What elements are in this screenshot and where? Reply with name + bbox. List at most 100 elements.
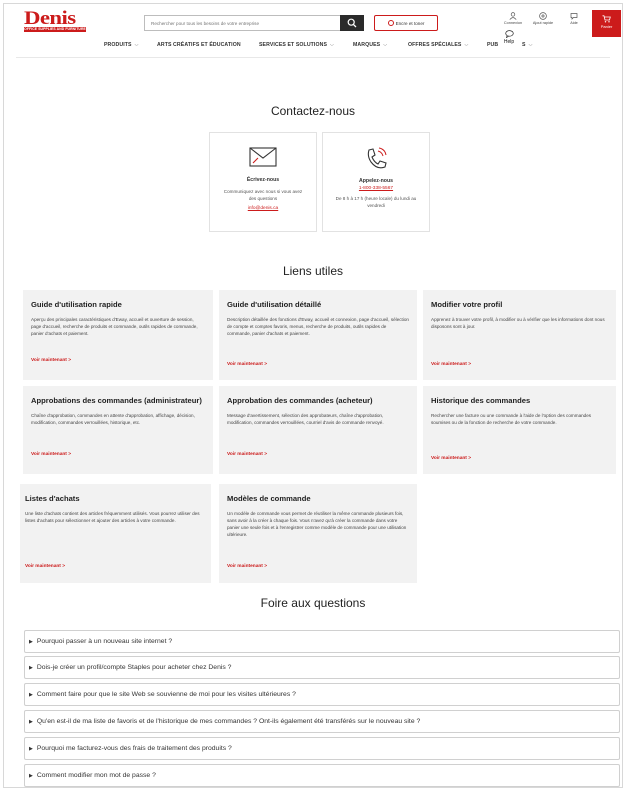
faq-item[interactable]: ▶ Pourquoi me facturez-vous des frais de … — [24, 737, 620, 760]
nav-label: S — [522, 42, 526, 48]
help-label: Aide — [570, 21, 578, 25]
search-button[interactable] — [340, 15, 364, 31]
nav-item-products[interactable]: PRODUITS ⌵ — [104, 42, 139, 49]
main-nav: PRODUITS ⌵ ARTS CRÉATIFS ET ÉDUCATION SER… — [0, 42, 626, 54]
nav-label: OFFRES SPÉCIALES — [408, 42, 462, 48]
link-card-title: Modèles de commande — [227, 494, 311, 503]
chevron-down-icon: ⌵ — [464, 42, 469, 48]
faq-item[interactable]: ▶ Comment modifier mon mot de passe ? — [24, 764, 620, 787]
link-card-title: Guide d'utilisation rapide — [31, 300, 122, 309]
link-card-order-history[interactable]: Historique des commandes Rechercher une … — [423, 386, 616, 474]
nav-divider — [16, 57, 610, 58]
faq-item[interactable]: ▶ Dois-je créer un profil/compte Staples … — [24, 656, 620, 679]
search-input[interactable] — [144, 15, 364, 31]
contact-heading: Contactez-nous — [270, 104, 356, 118]
cart-button[interactable]: Panier — [592, 10, 621, 37]
quick-add-icon — [539, 12, 547, 20]
faq-heading: Foire aux questions — [260, 596, 366, 610]
login-label: Connexion — [503, 21, 523, 25]
phone-card-title: Appelez-nous — [358, 178, 393, 184]
ink-drop-icon — [387, 20, 394, 26]
logo-wordmark: Denis — [24, 8, 76, 29]
nav-label: PUB — [487, 42, 499, 48]
faq-question: Dois-je créer un profil/compte Staples p… — [36, 664, 232, 671]
link-card-approvals-buyer[interactable]: Approbation des commandes (acheteur) Mes… — [219, 386, 417, 474]
link-card-desc: Chaîne d'approbation, commandes en atten… — [31, 413, 195, 425]
login-button[interactable]: Connexion — [500, 12, 526, 25]
chevron-down-icon: ⌵ — [528, 42, 533, 48]
view-now-link[interactable]: Voir maintenant > — [25, 564, 65, 569]
view-now-link[interactable]: Voir maintenant > — [31, 452, 71, 457]
help-button[interactable]: Aide — [561, 12, 587, 25]
view-now-link[interactable]: Voir maintenant > — [227, 564, 267, 569]
faq-item[interactable]: ▶ Qu'en est-il de ma liste de favoris et … — [24, 710, 620, 733]
nav-item-more[interactable]: S ⌵ — [522, 42, 533, 49]
link-card-title: Approbations des commandes (administrate… — [31, 396, 202, 405]
view-now-link[interactable]: Voir maintenant > — [227, 452, 267, 457]
nav-item-services[interactable]: SERVICES ET SOLUTIONS ⌵ — [259, 42, 334, 49]
quick-add-label: Ajout rapide — [532, 21, 554, 25]
nav-label: SERVICES ET SOLUTIONS — [259, 42, 328, 48]
link-card-shopping-lists[interactable]: Listes d'achats Une liste d'achats conti… — [20, 484, 211, 583]
faq-item[interactable]: ▶ Pourquoi passer à un nouveau site inter… — [24, 630, 620, 653]
email-card: Écrivez-nous Communiquez avec nous si vo… — [209, 132, 317, 232]
view-now-link[interactable]: Voir maintenant > — [431, 362, 471, 367]
link-card-title: Modifier votre profil — [431, 300, 503, 309]
nav-item-brands[interactable]: MARQUES ⌵ — [353, 42, 387, 49]
caret-right-icon: ▶ — [29, 664, 33, 671]
faq-question: Comment faire pour que le site Web se so… — [36, 691, 296, 698]
nav-item-special-offers[interactable]: OFFRES SPÉCIALES ⌵ — [408, 42, 469, 49]
cart-icon — [602, 15, 611, 23]
cart-label: Panier — [600, 24, 613, 29]
link-card-quick-guide[interactable]: Guide d'utilisation rapide Aperçu des pr… — [23, 290, 213, 380]
nav-item-creative-arts[interactable]: ARTS CRÉATIFS ET ÉDUCATION — [157, 42, 241, 48]
chevron-down-icon: ⌵ — [383, 42, 388, 48]
link-card-desc: Une liste d'achats contient des articles… — [25, 511, 200, 523]
faq-question: Pourquoi passer à un nouveau site intern… — [36, 638, 173, 645]
email-card-desc: Communiquez avec nous si vous avez des q… — [223, 189, 303, 201]
email-card-title: Écrivez-nous — [246, 177, 280, 183]
chevron-down-icon: ⌵ — [134, 42, 139, 48]
speech-bubble-icon — [504, 30, 514, 38]
nav-item-publications[interactable]: PUB — [487, 42, 498, 48]
ink-toner-label: Encre et toner — [395, 20, 425, 26]
phone-card-desc: De 8 h à 17 h (heure locale) du lundi au… — [335, 196, 417, 208]
user-icon — [509, 12, 517, 20]
caret-right-icon: ▶ — [29, 718, 33, 725]
link-card-title: Guide d'utilisation détaillé — [227, 300, 322, 309]
view-now-link[interactable]: Voir maintenant > — [227, 362, 267, 367]
link-card-desc: Apprenez à trouver votre profil, à modif… — [431, 317, 605, 329]
link-card-edit-profile[interactable]: Modifier votre profil Apprenez à trouver… — [423, 290, 616, 380]
denis-logo[interactable]: Denis OFFICE SUPPLIES AND FURNITURE — [24, 9, 86, 32]
link-card-desc: Message d'avertissement, sélection des a… — [227, 413, 384, 425]
nav-label: ARTS CRÉATIFS ET ÉDUCATION — [157, 42, 241, 48]
nav-label: MARQUES — [353, 42, 381, 48]
caret-right-icon: ▶ — [29, 638, 33, 645]
faq-question: Pourquoi me facturez-vous des frais de t… — [36, 745, 232, 752]
faq-item[interactable]: ▶ Comment faire pour que le site Web se s… — [24, 683, 620, 706]
caret-right-icon: ▶ — [29, 745, 33, 752]
link-card-detailed-guide[interactable]: Guide d'utilisation détaillé Description… — [219, 290, 417, 380]
email-link[interactable]: info@denis.ca — [210, 206, 316, 211]
faq-question: Comment modifier mon mot de passe ? — [36, 772, 156, 779]
view-now-link[interactable]: Voir maintenant > — [431, 456, 471, 461]
site-header: Denis OFFICE SUPPLIES AND FURNITURE Encr… — [0, 0, 626, 60]
link-card-order-templates[interactable]: Modèles de commande Un modèle de command… — [219, 484, 417, 583]
view-now-link[interactable]: Voir maintenant > — [31, 358, 71, 363]
link-card-title: Listes d'achats — [25, 494, 80, 503]
useful-links-heading: Liens utiles — [282, 264, 344, 278]
envelope-icon — [249, 147, 277, 167]
phone-link[interactable]: 1-800-338-5567 — [323, 186, 429, 191]
faq-question: Qu'en est-il de ma liste de favoris et d… — [36, 718, 421, 725]
quick-add-button[interactable]: Ajout rapide — [530, 12, 556, 25]
nav-label: PRODUITS — [104, 42, 132, 48]
chevron-down-icon: ⌵ — [330, 42, 335, 48]
phone-card: Appelez-nous 1-800-338-5567 De 8 h à 17 … — [322, 132, 430, 232]
chat-icon — [570, 13, 578, 20]
link-card-desc: Description détaillée des fonctions d'Ew… — [227, 317, 409, 336]
phone-icon — [367, 147, 387, 169]
caret-right-icon: ▶ — [29, 691, 33, 698]
search-icon — [347, 18, 357, 28]
ink-toner-button[interactable]: Encre et toner — [374, 15, 438, 31]
link-card-approvals-admin[interactable]: Approbations des commandes (administrate… — [23, 386, 213, 474]
